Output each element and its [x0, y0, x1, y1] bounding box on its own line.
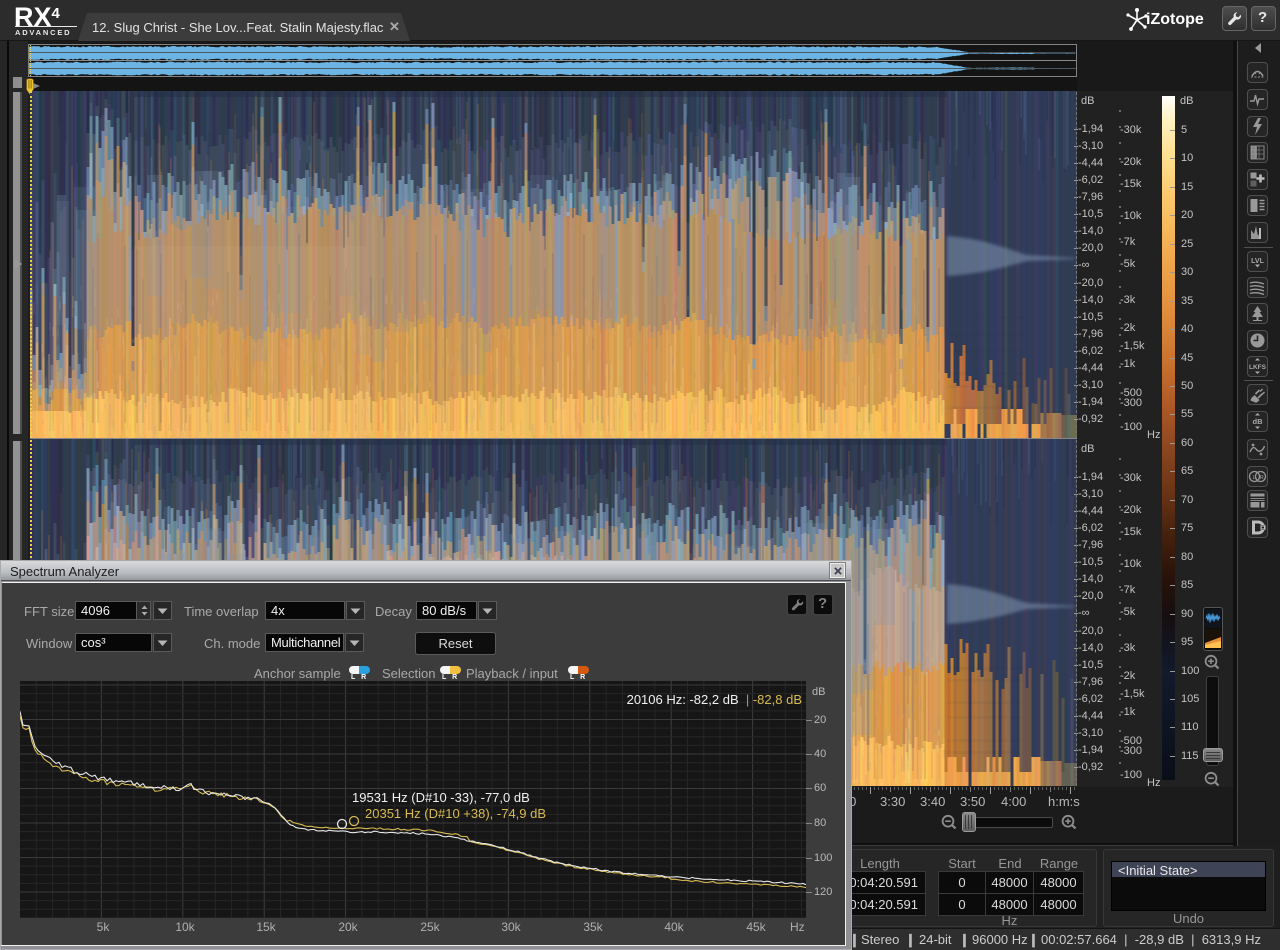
svg-text:R: R [1260, 475, 1264, 481]
svg-text:LVL: LVL [1251, 258, 1264, 265]
svg-text:LKFS: LKFS [1249, 364, 1267, 371]
svg-text:L: L [1253, 475, 1256, 481]
svg-text:dB: dB [1253, 417, 1264, 426]
